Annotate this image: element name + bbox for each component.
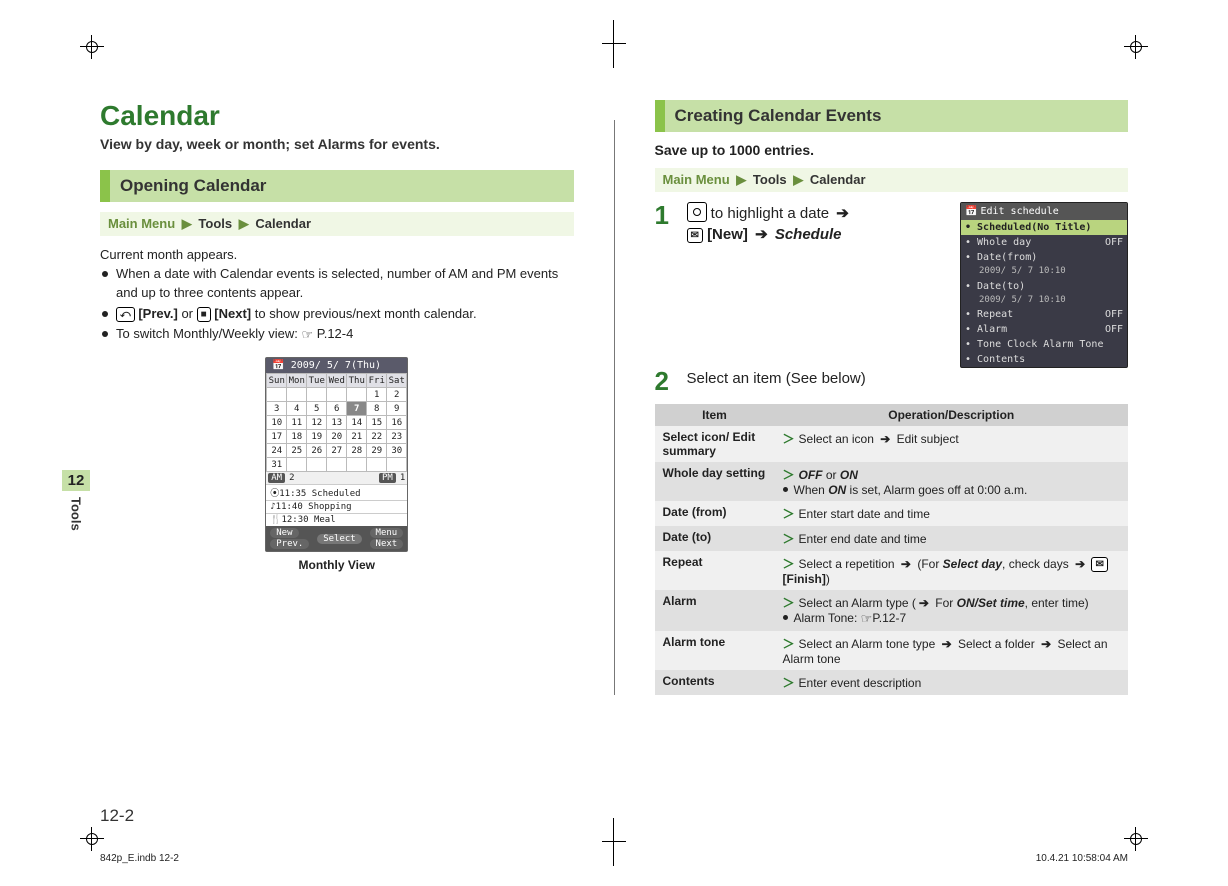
step-1: 1 to highlight a date ➔ ✉ [New] ➔ Schedu… <box>655 202 953 245</box>
nav-key-icon <box>687 202 707 222</box>
figure-caption: Monthly View <box>100 558 574 572</box>
operations-table: ItemOperation/DescriptionSelect icon/ Ed… <box>655 404 1129 695</box>
chevron-icon: ▶ <box>179 216 195 231</box>
breadcrumb-part: Calendar <box>810 172 866 187</box>
step-number: 1 <box>655 202 675 228</box>
chapter-tab: 12 Tools <box>62 470 90 537</box>
softkey-bar: New Prev. Select Menu Next <box>266 526 407 551</box>
left-column: Calendar View by day, week or month; set… <box>100 100 574 695</box>
figure-monthly-view: 📅 2009/ 5/ 7(Thu) SunMonTueWedThuFriSat1… <box>100 357 574 572</box>
chapter-number: 12 <box>62 470 90 491</box>
section-heading-creating: Creating Calendar Events <box>655 100 1129 132</box>
intro-text: Current month appears. <box>100 246 574 265</box>
ampm-row: AM2 PM1 <box>266 472 407 484</box>
right-column: Creating Calendar Events Save up to 1000… <box>655 100 1129 695</box>
page-number: 12-2 <box>100 806 134 826</box>
chevron-icon: ▶ <box>790 172 806 187</box>
calendar-grid: SunMonTueWedThuFriSat1234567891011121314… <box>266 373 407 472</box>
chevron-icon: ▶ <box>733 172 749 187</box>
mail-key-icon: ✉ <box>687 228 703 243</box>
pointer-icon: ☞ <box>301 326 313 345</box>
page-title: Calendar <box>100 100 574 132</box>
chevron-icon: ▶ <box>236 216 252 231</box>
arrow-icon: ➔ <box>833 205 852 222</box>
edit-schedule-screenshot: 📅 Edit schedule• Scheduled(No Title)• Wh… <box>960 202 1128 368</box>
footer-left: 842p_E.indb 12-2 <box>100 853 179 864</box>
keycap-icon: ⤺ <box>116 307 135 322</box>
print-footer: 842p_E.indb 12-2 10.4.21 10:58:04 AM <box>100 853 1128 864</box>
list-item: When a date with Calendar events is sele… <box>100 265 574 303</box>
arrow-icon: ➔ <box>752 226 771 243</box>
reg-mark <box>602 20 626 68</box>
sched-line: ♪11:40 Shopping <box>266 500 407 513</box>
breadcrumb-part: Tools <box>753 172 787 187</box>
sched-line: 🍴12:30 Meal <box>266 513 407 526</box>
column-divider <box>614 120 615 695</box>
breadcrumb: Main Menu ▶ Tools ▶ Calendar <box>100 212 574 236</box>
page-subtitle: View by day, week or month; set Alarms f… <box>100 136 574 152</box>
section-heading-opening: Opening Calendar <box>100 170 574 202</box>
sched-line: ⦿11:35 Scheduled <box>266 484 407 500</box>
screen-title: 📅 2009/ 5/ 7(Thu) <box>266 358 407 373</box>
bullet-list: When a date with Calendar events is sele… <box>100 265 574 345</box>
breadcrumb-part: Tools <box>198 216 232 231</box>
breadcrumb-part: Calendar <box>255 216 311 231</box>
breadcrumb-root: Main Menu <box>108 216 175 231</box>
save-up-text: Save up to 1000 entries. <box>655 142 1129 158</box>
breadcrumb: Main Menu ▶ Tools ▶ Calendar <box>655 168 1129 192</box>
list-item: To switch Monthly/Weekly view: ☞ P.12-4 <box>100 325 574 345</box>
breadcrumb-root: Main Menu <box>663 172 730 187</box>
reg-mark <box>80 827 104 851</box>
step-number: 2 <box>655 368 675 394</box>
reg-mark <box>1124 35 1148 59</box>
step-2: 2 Select an item (See below) <box>655 368 1129 394</box>
chapter-label: Tools <box>69 491 84 537</box>
keycap-icon: ■ <box>197 307 211 322</box>
footer-right: 10.4.21 10:58:04 AM <box>1036 853 1128 864</box>
reg-mark <box>1124 827 1148 851</box>
phone-screenshot: 📅 2009/ 5/ 7(Thu) SunMonTueWedThuFriSat1… <box>265 357 408 552</box>
reg-mark <box>80 35 104 59</box>
list-item: ⤺ [Prev.] or ■ [Next] to show previous/n… <box>100 305 574 324</box>
